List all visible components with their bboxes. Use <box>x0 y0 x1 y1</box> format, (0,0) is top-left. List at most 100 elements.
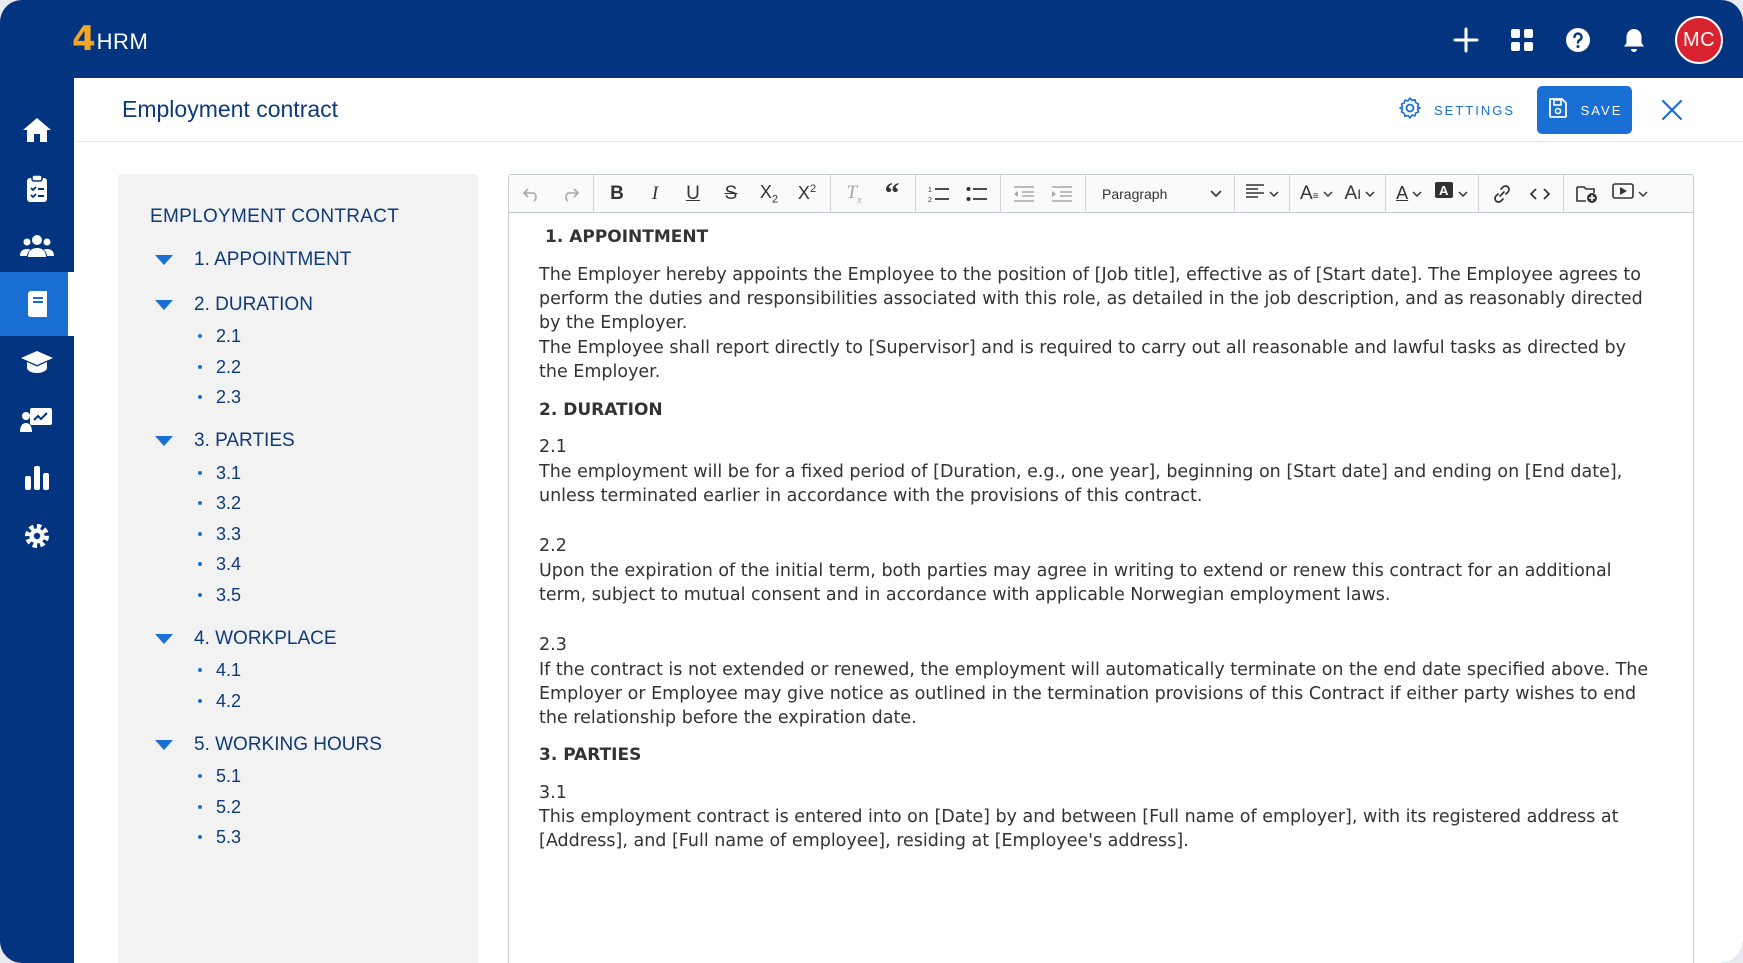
home-icon[interactable] <box>0 98 74 162</box>
outline-subsection[interactable]: 4.1 <box>198 657 241 683</box>
chevron-down-icon <box>1412 185 1422 203</box>
avatar[interactable]: MC <box>1675 16 1723 64</box>
outline-subsection[interactable]: 4.2 <box>198 688 241 714</box>
close-icon[interactable] <box>1656 94 1688 126</box>
outline-subsection-label: 2.2 <box>216 356 242 377</box>
indent-icon[interactable] <box>1043 175 1081 213</box>
background-color-dropdown[interactable]: A <box>1428 175 1474 213</box>
outline-subsection[interactable]: 3.3 <box>198 521 241 547</box>
outline-subsection[interactable]: 5.3 <box>198 824 241 850</box>
save-button[interactable]: SAVE <box>1537 86 1632 134</box>
outline-section-label: 2. DURATION <box>194 294 313 315</box>
blockquote-icon[interactable]: “ <box>873 175 911 213</box>
paragraph-style-value: Paragraph <box>1102 185 1168 202</box>
chevron-down-icon <box>1210 185 1222 203</box>
outline-section-workplace[interactable]: 4. WORKPLACE <box>154 624 337 654</box>
undo-icon[interactable] <box>513 175 551 213</box>
save-label: SAVE <box>1580 102 1623 118</box>
italic-icon[interactable]: I <box>636 175 674 213</box>
remove-format-icon[interactable]: Tx <box>835 175 873 213</box>
apps-grid-icon[interactable] <box>1507 25 1537 55</box>
heading-duration: 2. DURATION <box>539 400 663 420</box>
font-family-dropdown[interactable]: A≡ <box>1294 175 1339 213</box>
outline-section-duration[interactable]: 2. DURATION <box>154 290 313 320</box>
paragraph-style-dropdown[interactable]: Paragraph <box>1090 175 1230 213</box>
gear-icon[interactable] <box>0 504 74 568</box>
book-icon[interactable] <box>0 272 74 336</box>
help-icon[interactable] <box>1563 25 1593 55</box>
clipboard-icon[interactable] <box>0 156 74 220</box>
bar-chart-icon[interactable] <box>0 446 74 510</box>
toolbar-divider <box>1085 175 1086 213</box>
outdent-icon[interactable] <box>1005 175 1043 213</box>
outline-subsection[interactable]: 3.4 <box>198 551 241 577</box>
page-header: Employment contract SETTINGS SAVE <box>74 78 1743 142</box>
page-title: Employment contract <box>122 96 339 122</box>
graduation-cap-icon[interactable] <box>0 330 74 394</box>
toolbar-divider <box>1385 175 1387 213</box>
numbered-list-icon[interactable]: 12 <box>920 175 958 213</box>
logo[interactable]: 4 HRM <box>72 22 148 56</box>
outline-section-parties[interactable]: 3. PARTIES <box>154 426 295 456</box>
caret-down-icon[interactable] <box>154 730 174 760</box>
outline-subsection[interactable]: 2.2 <box>198 354 241 380</box>
plus-icon[interactable] <box>1451 25 1481 55</box>
caret-down-icon[interactable] <box>154 426 174 456</box>
bold-icon[interactable]: B <box>598 175 636 213</box>
source-code-icon[interactable] <box>1521 175 1559 213</box>
toolbar-divider <box>1478 175 1480 213</box>
settings-button[interactable]: SETTINGS <box>1398 90 1515 130</box>
text-align-dropdown[interactable] <box>1239 175 1285 213</box>
toolbar-divider <box>1563 175 1565 213</box>
strikethrough-icon[interactable]: S <box>712 175 750 213</box>
insert-media-dropdown[interactable] <box>1606 175 1654 213</box>
outline-subsection-label: 2.3 <box>216 386 242 407</box>
bulleted-list-icon[interactable] <box>958 175 996 213</box>
outline-subsection[interactable]: 5.2 <box>198 794 241 820</box>
caret-down-icon[interactable] <box>154 290 174 320</box>
underline-icon[interactable]: U <box>674 175 712 213</box>
insert-file-icon[interactable] <box>1568 175 1606 213</box>
outline-section-label: 3. PARTIES <box>194 430 295 451</box>
bullet-icon <box>198 805 202 809</box>
caret-down-icon[interactable] <box>154 624 174 654</box>
settings-label: SETTINGS <box>1434 102 1516 118</box>
outline-section-working-hours[interactable]: 5. WORKING HOURS <box>154 730 382 760</box>
font-color-dropdown[interactable]: A <box>1390 175 1428 213</box>
caret-down-icon[interactable] <box>154 245 174 275</box>
font-family-icon: A≡ <box>1300 182 1319 204</box>
chevron-down-icon <box>1365 185 1375 203</box>
redo-icon[interactable] <box>551 175 589 213</box>
outline-subsection-label: 2.1 <box>216 325 242 346</box>
outline-subsection[interactable]: 2.1 <box>198 323 241 349</box>
presentation-icon[interactable] <box>0 388 74 452</box>
outline-subsection[interactable]: 3.2 <box>198 490 241 516</box>
outline-subsection[interactable]: 3.1 <box>198 460 241 486</box>
rich-text-editor: B I U S X2 X2 Tx “ 12 Paragraph A≡ AI A … <box>508 174 1694 963</box>
outline-subsection[interactable]: 2.3 <box>198 384 241 410</box>
people-icon[interactable] <box>0 214 74 278</box>
paragraph: The Employee shall report directly to [S… <box>539 338 1627 382</box>
superscript-icon[interactable]: X2 <box>788 175 826 213</box>
toolbar-divider <box>593 175 594 213</box>
background-color-icon: A <box>1434 181 1454 206</box>
heading-appointment: 1. APPOINTMENT <box>545 227 709 247</box>
font-color-icon: A <box>1396 183 1409 203</box>
outline-title[interactable]: EMPLOYMENT CONTRACT <box>150 206 399 228</box>
bell-icon[interactable] <box>1619 25 1649 55</box>
clause-number: 3.1 <box>539 783 567 803</box>
link-icon[interactable] <box>1483 175 1521 213</box>
outline-subsection[interactable]: 5.1 <box>198 763 241 789</box>
bullet-icon <box>198 365 202 369</box>
bullet-icon <box>198 774 202 778</box>
outline-subsection[interactable]: 3.5 <box>198 582 241 608</box>
toolbar-divider <box>830 175 831 213</box>
outline-section-appointment[interactable]: 1. APPOINTMENT <box>154 245 351 275</box>
outline-section-label: 4. WORKPLACE <box>194 628 337 649</box>
subscript-icon[interactable]: X2 <box>750 175 788 213</box>
outline-subsection-label: 5.3 <box>216 826 242 847</box>
paragraph: Upon the expiration of the initial term,… <box>539 561 1612 605</box>
chevron-down-icon <box>1638 185 1648 203</box>
font-size-dropdown[interactable]: AI <box>1339 175 1382 213</box>
main-panel: Employment contract SETTINGS SAVE EMPLOY… <box>74 78 1743 963</box>
